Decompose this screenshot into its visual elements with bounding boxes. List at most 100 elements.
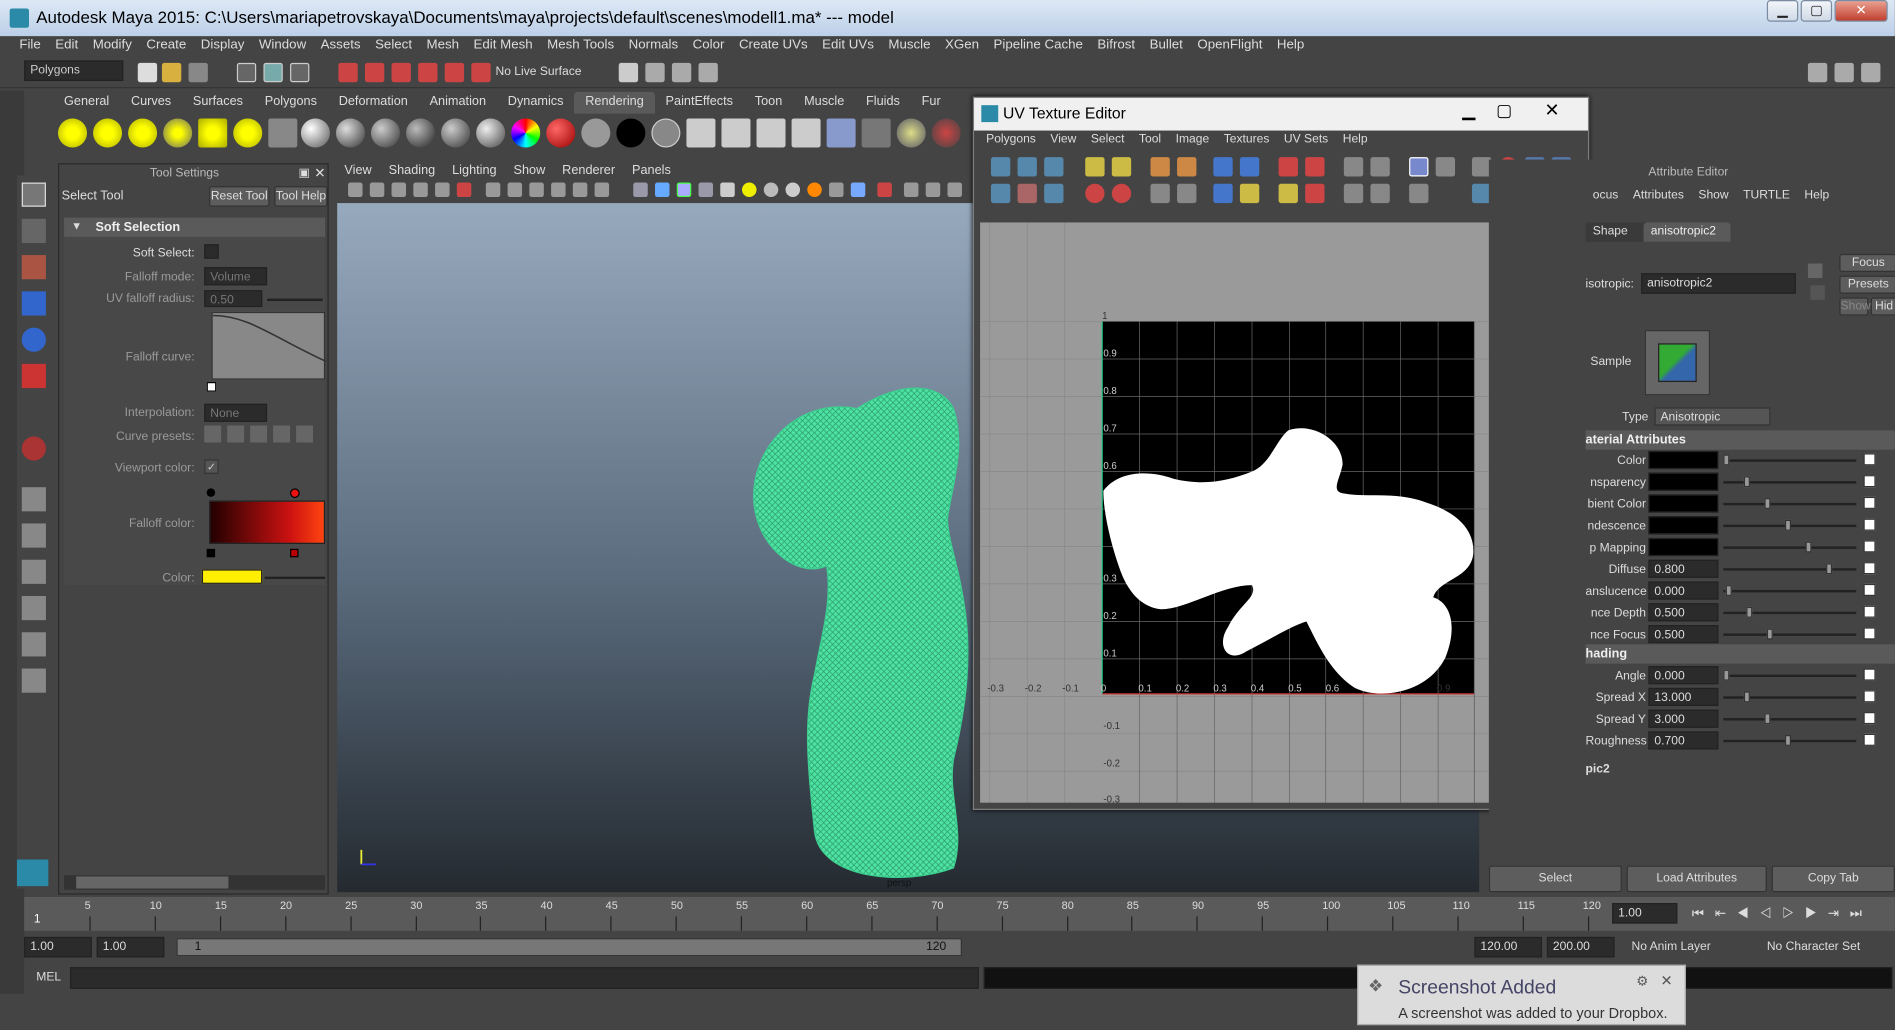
attr-menu-item[interactable]: Show (1691, 189, 1736, 206)
slider-knob[interactable] (1723, 454, 1730, 466)
layout-icon[interactable] (1807, 62, 1828, 83)
color-slider[interactable] (264, 576, 326, 580)
map-button-icon[interactable] (1863, 453, 1876, 466)
uv-align-u-icon[interactable] (1278, 157, 1298, 177)
select-tool-icon[interactable] (21, 182, 46, 207)
film-gate-icon[interactable] (456, 182, 472, 198)
gradient-handle[interactable] (206, 488, 216, 497)
menu-item[interactable]: Bullet (1142, 36, 1190, 57)
close-button[interactable]: ✕ (1834, 0, 1888, 22)
uv-minimize-icon[interactable]: ▁ (1462, 100, 1475, 121)
uv-relax-icon[interactable] (1239, 183, 1260, 204)
layout-single-icon[interactable] (21, 487, 46, 512)
menu-item[interactable]: Edit (48, 36, 85, 57)
select-hierarchy-icon[interactable] (236, 62, 257, 83)
map-button-icon[interactable] (1863, 475, 1876, 488)
time-slider[interactable]: 5 10 15 20 25 30 35 40 45 50 55 60 65 70 75 80 85 90 95 100… (24, 897, 1895, 931)
uv-select-icon[interactable] (990, 157, 1011, 177)
phong-icon[interactable] (371, 118, 401, 148)
layout-two-icon[interactable] (21, 559, 46, 584)
falloff-mode-dropdown[interactable]: Volume (204, 267, 268, 286)
backface-icon[interactable] (947, 182, 962, 198)
uv-smudge-icon[interactable] (1017, 183, 1037, 204)
copy-tab-button[interactable]: Copy Tab (1771, 865, 1895, 893)
uv-cut-icon[interactable] (1150, 157, 1170, 177)
shelf-tab[interactable]: General (53, 92, 120, 114)
select-button[interactable]: Select (1488, 865, 1622, 893)
menu-item[interactable]: Mesh Tools (540, 36, 621, 57)
shelf-tab[interactable]: PaintEffects (655, 92, 744, 114)
gate-mask-icon[interactable] (507, 182, 523, 198)
mode-dropdown[interactable]: Polygons (24, 60, 124, 81)
viewport-menu-item[interactable]: Lighting (445, 163, 504, 180)
rotate-tool-icon[interactable] (21, 327, 46, 352)
attr-row-value[interactable]: 0.000 (1648, 666, 1719, 685)
settings-icon[interactable]: ⚙ (1636, 973, 1648, 989)
attr-menu-item[interactable]: Help (1797, 189, 1836, 206)
image-plane-icon[interactable] (413, 182, 428, 198)
attr-row-slider[interactable] (1723, 674, 1857, 677)
menu-item[interactable]: Help (1270, 36, 1312, 57)
text-icon[interactable] (594, 182, 610, 198)
playback-controls[interactable]: ⏮⇤◀◁▷▶⇥⏭ (1692, 905, 1873, 922)
map-button-icon[interactable] (1863, 496, 1876, 509)
save-scene-icon[interactable] (188, 62, 208, 83)
curve-preset-icon[interactable] (227, 425, 245, 443)
wireframe-icon[interactable] (633, 182, 648, 198)
viewport-menu-item[interactable]: Shading (381, 163, 442, 180)
tab-shape[interactable]: Shape (1585, 222, 1646, 242)
type-dropdown[interactable]: Anisotropic (1654, 407, 1771, 426)
uv-filter-icon[interactable] (1409, 183, 1429, 204)
isolate-icon[interactable] (877, 182, 892, 198)
menu-item[interactable]: Edit UVs (815, 36, 881, 57)
attr-row-value[interactable] (1648, 450, 1719, 470)
shading-header[interactable]: hading (1585, 644, 1895, 664)
uv-scale-icon[interactable] (990, 183, 1011, 204)
soft-select-checkbox[interactable] (204, 244, 219, 259)
viewport-menu-item[interactable]: Panels (625, 163, 678, 180)
toggle-icon[interactable] (1861, 62, 1881, 83)
menu-item[interactable]: Window (252, 36, 314, 57)
scale-tool-icon[interactable] (21, 363, 46, 389)
curve-preset-icon[interactable] (250, 425, 268, 443)
map-button-icon[interactable] (1863, 540, 1876, 553)
shelf-tab[interactable]: Polygons (254, 92, 328, 114)
attr-row-slider[interactable] (1723, 568, 1857, 571)
menu-item[interactable]: Mesh (419, 36, 466, 57)
ramp-shader-icon[interactable] (511, 118, 541, 148)
shelf-tab-active[interactable]: Rendering (574, 91, 655, 114)
panel-icon[interactable] (1834, 62, 1854, 83)
menu-item[interactable]: Bifrost (1090, 36, 1142, 57)
uv-merge-icon[interactable] (1177, 183, 1197, 204)
shading-map-icon[interactable] (546, 118, 576, 148)
use-background-icon[interactable] (616, 118, 646, 148)
attr-row-value[interactable] (1648, 516, 1719, 535)
playback-end-field[interactable]: 120.00 (1474, 936, 1543, 958)
menu-item[interactable]: Assets (313, 36, 367, 57)
render-view-icon[interactable] (618, 62, 639, 83)
menu-item[interactable]: Muscle (881, 36, 938, 57)
menu-item[interactable]: File (12, 36, 48, 57)
uv-straighten-icon[interactable] (1278, 183, 1298, 204)
snap-grid-icon[interactable] (338, 62, 358, 83)
camera-icon[interactable] (268, 118, 298, 148)
layered-shader-icon[interactable] (476, 118, 506, 148)
shelf-tab[interactable]: Surfaces (182, 92, 254, 114)
bookmark-icon[interactable] (391, 182, 407, 198)
float-panel-icon[interactable]: ▣ (298, 167, 309, 180)
uv-menu-item[interactable]: Polygons (979, 133, 1043, 150)
viewport-menu-item[interactable]: Show (506, 163, 552, 180)
ipr-icon[interactable] (721, 118, 751, 148)
attr-menu-item[interactable]: Attributes (1626, 189, 1692, 206)
open-scene-icon[interactable] (161, 62, 182, 83)
falloff-curve-graph[interactable] (211, 311, 327, 380)
snap-curve-icon[interactable] (364, 62, 385, 83)
paint-select-icon[interactable] (21, 255, 46, 280)
field-chart-icon[interactable] (529, 182, 544, 198)
curve-preset-icon[interactable] (273, 425, 291, 443)
curve-key-handle[interactable] (206, 382, 217, 392)
close-panel-icon[interactable]: ✕ (314, 166, 325, 182)
go-to-input-icon[interactable] (1807, 263, 1823, 279)
layout-hypershade-icon[interactable] (21, 668, 46, 693)
attr-menu-item[interactable]: ocus (1586, 189, 1626, 206)
